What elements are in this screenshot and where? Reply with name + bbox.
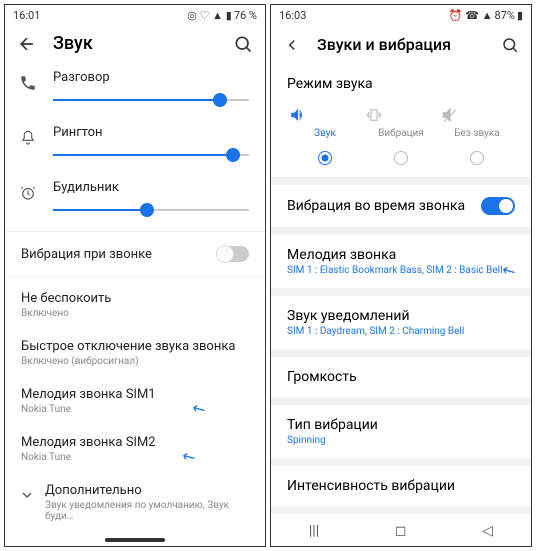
nav-bar: ||| ◻ ◁ (271, 516, 531, 546)
slider-label: Рингтон (53, 125, 249, 140)
quick-mute-row[interactable]: Быстрое отключение звука звонкаВключено … (5, 329, 265, 377)
search-icon[interactable] (233, 34, 253, 54)
page-title: Звуки и вибрация (317, 35, 485, 54)
back-icon[interactable] (283, 36, 301, 54)
nav-pill[interactable] (105, 538, 165, 542)
sound-mode-card: Режим звука Звук Вибрация Без звука (271, 64, 531, 185)
switch-on[interactable] (481, 197, 515, 215)
vibrate-during-row[interactable]: Вибрация во время звонка (271, 185, 531, 235)
phone-icon (19, 74, 37, 92)
radio-icon (394, 151, 408, 165)
status-right: ◎ ♡ ▲ ▮ 76 % (187, 9, 257, 22)
header: Звуки и вибрация (271, 25, 531, 64)
alarm-icon (19, 184, 37, 202)
nav-back-icon[interactable]: ◁ (482, 523, 493, 539)
more-row[interactable]: ДополнительноЗвук уведомления по умолчан… (5, 473, 265, 532)
vibrate-on-call-row[interactable]: Вибрация при звонке (5, 236, 265, 272)
mode-silent[interactable]: Без звука (439, 106, 515, 165)
ringtone-sim1-row[interactable]: Мелодия звонка SIM1Nokia Tune↖ (5, 377, 265, 425)
ringtone-sim2-row[interactable]: Мелодия звонка SIM2Nokia Tune↖ (5, 425, 265, 473)
toggle-off[interactable] (217, 246, 249, 262)
sound-mode-title: Режим звука (287, 76, 515, 92)
chevron-down-icon (19, 487, 35, 503)
notification-sound-card[interactable]: Звук уведомлений SIM 1 : Daydream, SIM 2… (271, 296, 531, 357)
status-bar: 16:03 ⏰ ☎ ▲ 87% ▮ (271, 5, 531, 25)
search-icon[interactable] (501, 36, 519, 54)
status-time: 16:03 (279, 9, 306, 22)
back-icon[interactable] (17, 34, 37, 54)
alarm-slider[interactable] (53, 201, 249, 219)
vibration-type-card[interactable]: Тип вибрации Spinning (271, 405, 531, 466)
nav-home-icon[interactable]: ◻ (395, 523, 407, 539)
volume-card[interactable]: Громкость (271, 357, 531, 405)
slider-row-talk: Разговор (5, 62, 265, 117)
dnd-row[interactable]: Не беспокоитьВключено (5, 281, 265, 329)
status-bar: 16:01 ◎ ♡ ▲ ▮ 76 % (5, 5, 265, 25)
slider-row-alarm: Будильник (5, 172, 265, 227)
status-time: 16:01 (13, 9, 40, 22)
mode-sound[interactable]: Звук (287, 106, 363, 165)
status-right: ⏰ ☎ ▲ 87% ▮ (449, 9, 523, 22)
talk-slider[interactable] (53, 91, 249, 109)
bell-icon (19, 129, 37, 147)
vibration-intensity-card[interactable]: Интенсивность вибрации (271, 466, 531, 514)
ringtone-card[interactable]: Мелодия звонка SIM 1 : Elastic Bookmark … (271, 235, 531, 296)
page-title: Звук (53, 33, 217, 54)
radio-icon (318, 151, 332, 165)
slider-row-ringtone: Рингтон (5, 117, 265, 172)
row-label: Вибрация при звонке (21, 247, 152, 262)
slider-label: Разговор (53, 70, 249, 85)
nav-recent-icon[interactable]: ||| (309, 523, 319, 539)
radio-icon (470, 151, 484, 165)
header: Звук (5, 25, 265, 62)
ringtone-slider[interactable] (53, 146, 249, 164)
slider-label: Будильник (53, 180, 249, 195)
mode-vibrate[interactable]: Вибрация (363, 106, 439, 165)
